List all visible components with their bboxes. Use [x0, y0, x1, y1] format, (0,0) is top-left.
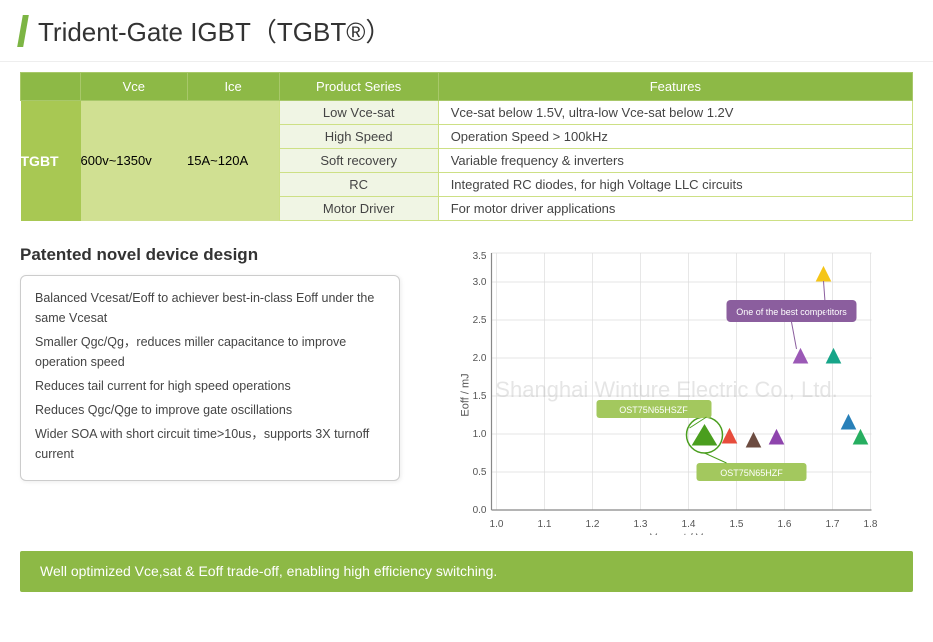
yellow-triangle: [817, 267, 831, 281]
product-series-1: Low Vce-sat: [279, 101, 438, 125]
purple-triangle-2: [770, 430, 784, 444]
design-title: Patented novel device design: [20, 245, 400, 265]
vce-value: 600v~1350v: [81, 101, 188, 221]
y-axis-label: Eoff / mJ: [460, 373, 472, 416]
svg-text:0.5: 0.5: [473, 467, 487, 478]
svg-text:3.5: 3.5: [473, 251, 487, 262]
feature-box: Balanced Vcesat/Eoff to achiever best-in…: [20, 275, 400, 481]
banner-text: Well optimized Vce,sat & Eoff trade-off,…: [40, 563, 497, 579]
chart-svg: Eoff / mJ 0.0 0.5 1.0 1.5 2.0 2.5 3.0 3.…: [420, 245, 913, 535]
feature-5: For motor driver applications: [438, 197, 912, 221]
feature-2: Operation Speed > 100kHz: [438, 125, 912, 149]
th-vce: Vce: [81, 73, 188, 101]
svg-text:1.2: 1.2: [586, 519, 600, 530]
label-ost75n65hszf: OST75N65HSZF: [619, 405, 688, 415]
product-series-5: Motor Driver: [279, 197, 438, 221]
svg-text:3.0: 3.0: [473, 277, 487, 288]
red-triangle: [723, 429, 737, 443]
svg-text:2.5: 2.5: [473, 315, 487, 326]
competitor-label: One of the best competitors: [736, 307, 847, 317]
table-header-row: Vce Ice Product Series Features: [21, 73, 913, 101]
svg-text:1.5: 1.5: [473, 391, 487, 402]
bottom-banner: Well optimized Vce,sat & Eoff trade-off,…: [20, 551, 913, 592]
bottom-section: Patented novel device design Balanced Vc…: [0, 235, 933, 545]
svg-text:1.8: 1.8: [864, 519, 878, 530]
svg-text:1.1: 1.1: [538, 519, 552, 530]
design-point-4: Reduces Qgc/Qge to improve gate oscillat…: [35, 400, 385, 420]
svg-text:1.0: 1.0: [473, 429, 487, 440]
svg-text:1.6: 1.6: [778, 519, 792, 530]
product-series-3: Soft recovery: [279, 149, 438, 173]
product-series-4: RC: [279, 173, 438, 197]
small-green-triangle: [854, 430, 868, 444]
design-point-1: Balanced Vcesat/Eoff to achiever best-in…: [35, 288, 385, 328]
chart-container: Eoff / mJ 0.0 0.5 1.0 1.5 2.0 2.5 3.0 3.…: [420, 245, 913, 535]
green-triangle-large: [693, 425, 717, 445]
label-ost75n65hzf: OST75N65HZF: [720, 468, 783, 478]
svg-text:2.0: 2.0: [473, 353, 487, 364]
header: Trident-Gate IGBT（TGBT®）: [0, 0, 933, 62]
cyan-triangle: [827, 349, 841, 363]
tgbt-label: TGBT: [21, 101, 81, 221]
product-table: Vce Ice Product Series Features TGBT 600…: [20, 72, 913, 221]
feature-3: Variable frequency & inverters: [438, 149, 912, 173]
feature-1: Vce-sat below 1.5V, ultra-low Vce-sat be…: [438, 101, 912, 125]
x-axis-label: Vce,sat / V: [650, 532, 704, 535]
th-features: Features: [438, 73, 912, 101]
svg-text:0.0: 0.0: [473, 505, 487, 516]
design-point-2: Smaller Qgc/Qg，reduces miller capacitanc…: [35, 332, 385, 372]
design-point-5: Wider SOA with short circuit time>10us，s…: [35, 424, 385, 464]
header-bar-icon: [17, 15, 29, 47]
th-product-series: Product Series: [279, 73, 438, 101]
svg-text:1.4: 1.4: [682, 519, 696, 530]
th-ice: Ice: [187, 73, 279, 101]
brown-triangle: [747, 433, 761, 447]
ice-value: 15A~120A: [187, 101, 279, 221]
design-point-3: Reduces tail current for high speed oper…: [35, 376, 385, 396]
svg-text:1.5: 1.5: [730, 519, 744, 530]
th-empty: [21, 73, 81, 101]
svg-text:1.0: 1.0: [490, 519, 504, 530]
blue-triangle: [842, 415, 856, 429]
table-section: Vce Ice Product Series Features TGBT 600…: [0, 62, 933, 231]
chart-area: Shanghai Winture Electric Co., Ltd. Eoff…: [420, 245, 913, 535]
svg-text:1.3: 1.3: [634, 519, 648, 530]
table-row: TGBT 600v~1350v 15A~120A Low Vce-sat Vce…: [21, 101, 913, 125]
feature-4: Integrated RC diodes, for high Voltage L…: [438, 173, 912, 197]
svg-text:1.7: 1.7: [826, 519, 840, 530]
design-card: Patented novel device design Balanced Vc…: [20, 245, 400, 535]
product-series-2: High Speed: [279, 125, 438, 149]
purple-triangle-1: [794, 349, 808, 363]
page-title: Trident-Gate IGBT（TGBT®）: [38, 12, 391, 49]
